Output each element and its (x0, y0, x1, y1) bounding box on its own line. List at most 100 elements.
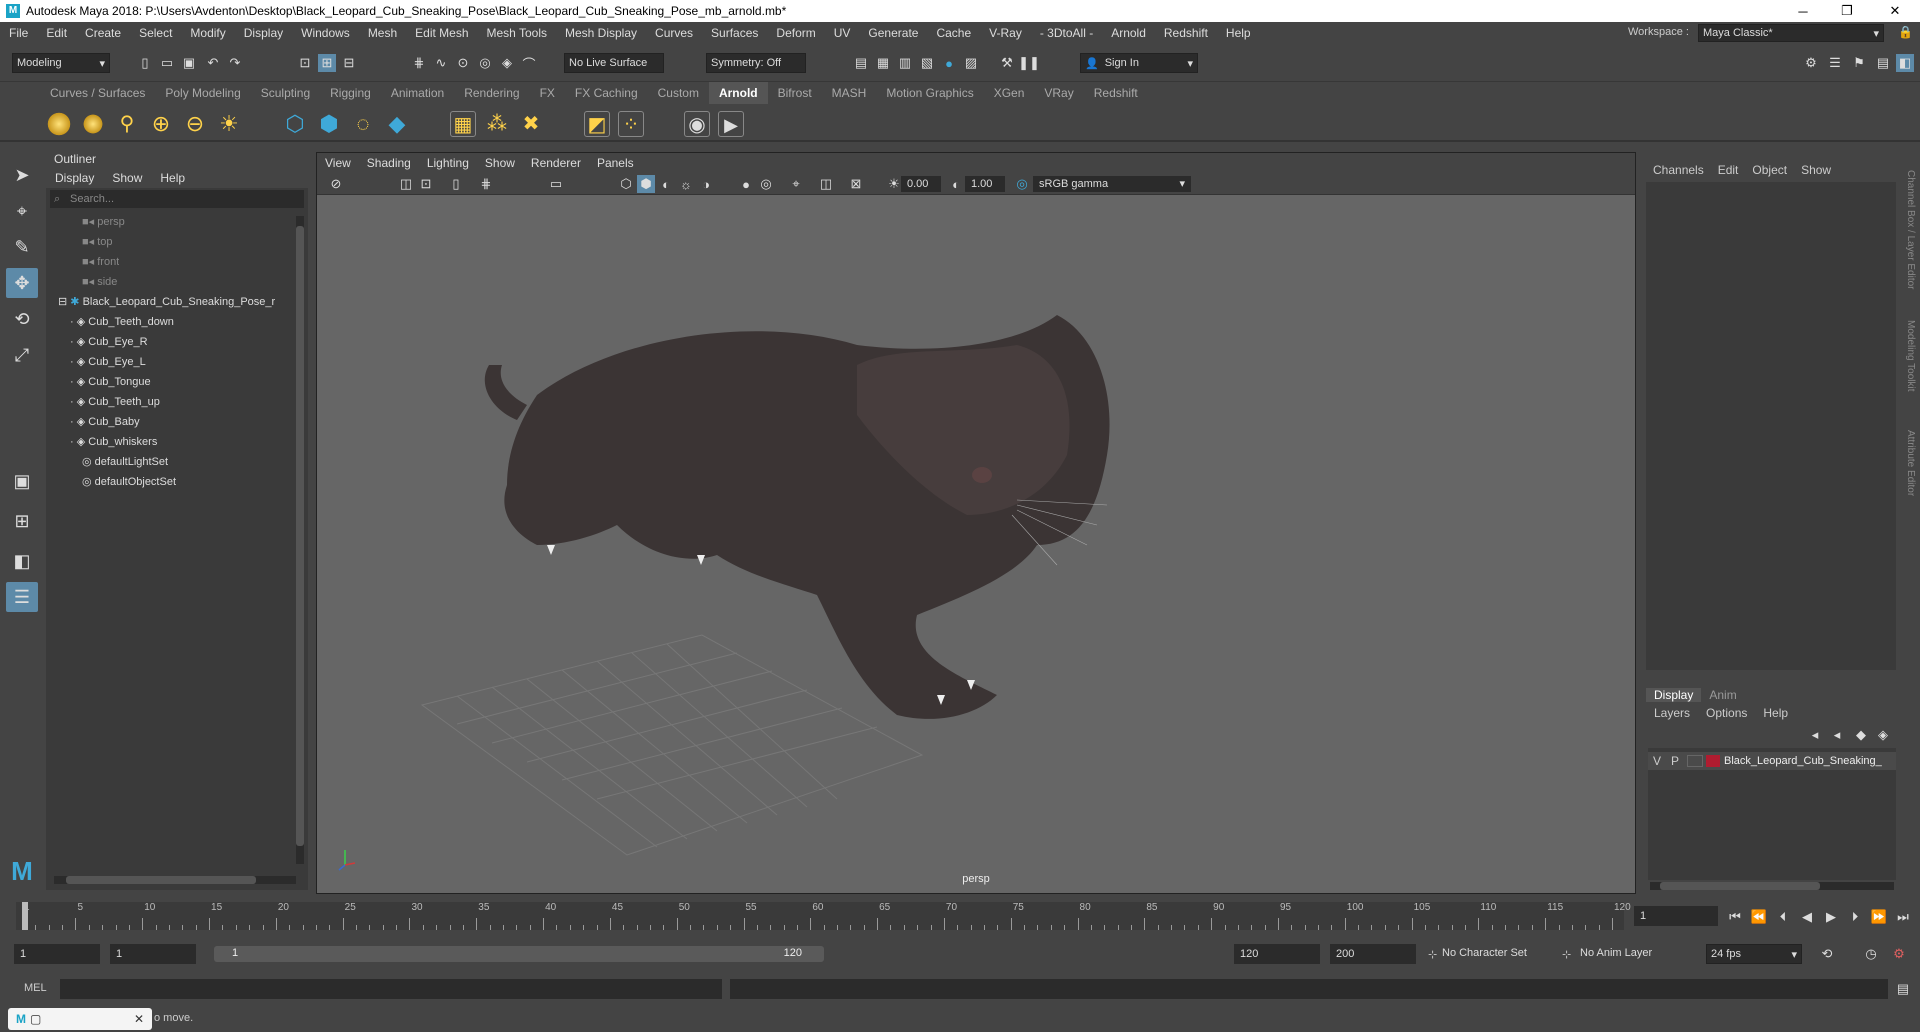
snap-point-icon[interactable]: ⊙ (454, 54, 472, 72)
render-history-icon[interactable]: ▤ (852, 54, 870, 72)
image-plane-icon[interactable]: ▯ (447, 175, 465, 193)
texture-manager-icon[interactable]: ⁂ (484, 111, 510, 137)
snap-surface-icon[interactable]: ◈ (498, 54, 516, 72)
channelbox-menu-edit[interactable]: Edit (1711, 163, 1746, 177)
lasso-tool-icon[interactable]: ⌖ (6, 196, 38, 226)
textured-icon[interactable]: ◐ (657, 175, 675, 193)
anim-layer-dropdown[interactable]: No Anim Layer (1580, 947, 1690, 959)
close-icon[interactable]: ✕ (134, 1012, 144, 1026)
auto-key-icon[interactable]: ◷ (1862, 945, 1880, 963)
menu-file[interactable]: File (0, 26, 37, 40)
list-item[interactable]: · ◈ Cub_Teeth_up (70, 392, 160, 412)
list-item[interactable]: · ◈ Cub_Tongue (70, 372, 151, 392)
select-hierarchy-icon[interactable]: ⊡ (296, 54, 314, 72)
current-time-marker[interactable] (22, 902, 28, 930)
channel-box-icon[interactable]: ▤ (1874, 54, 1892, 72)
tab-display[interactable]: Display (1646, 688, 1702, 702)
camera-select-icon[interactable]: ⊘ (327, 175, 345, 193)
loop-icon[interactable]: ⟲ (1818, 945, 1836, 963)
exposure-field[interactable]: 0.00 (901, 176, 941, 192)
menu-vray[interactable]: V-Ray (980, 26, 1031, 40)
xray-joints-icon[interactable]: ⊠ (847, 175, 865, 193)
isolate-select-icon[interactable]: ⌖ (787, 175, 805, 193)
viewport-menu-renderer[interactable]: Renderer (523, 156, 589, 170)
tab-xgen[interactable]: XGen (984, 82, 1035, 104)
outliner-search-input[interactable]: ⌕ Search... (50, 190, 304, 208)
menu-create[interactable]: Create (76, 26, 130, 40)
step-forward-frame-icon[interactable]: ⏵ (1846, 908, 1864, 926)
layer-visibility-toggle[interactable]: V (1648, 754, 1666, 768)
animation-prefs-icon[interactable]: ⚙ (1890, 945, 1908, 963)
menu-mesh-display[interactable]: Mesh Display (556, 26, 646, 40)
command-language-label[interactable]: MEL (24, 982, 47, 994)
layer-scrollbar-h[interactable] (1650, 882, 1894, 890)
new-layer-selected-icon[interactable]: ◈ (1874, 726, 1892, 744)
menu-windows[interactable]: Windows (292, 26, 359, 40)
list-item[interactable]: ◎ defaultObjectSet (82, 472, 176, 492)
list-item[interactable]: · ◈ Cub_whiskers (70, 432, 157, 452)
menu-edit[interactable]: Edit (37, 26, 76, 40)
lock-icon[interactable]: 🔒 (1898, 25, 1913, 39)
select-object-icon[interactable]: ⊞ (318, 54, 336, 72)
list-item[interactable]: ◎ defaultLightSet (82, 452, 168, 472)
scale-tool-icon[interactable]: ⤢ (6, 340, 38, 370)
paint-select-tool-icon[interactable]: ✎ (6, 232, 38, 262)
move-layer-down-icon[interactable]: ◂ (1828, 726, 1846, 744)
menu-arnold[interactable]: Arnold (1102, 26, 1155, 40)
menu-curves[interactable]: Curves (646, 26, 702, 40)
list-item[interactable]: ⊟ ✱ Black_Leopard_Cub_Sneaking_Pose_r (58, 292, 296, 312)
menu-mesh-tools[interactable]: Mesh Tools (478, 26, 556, 40)
tab-modeling-toolkit[interactable]: Modeling Toolkit (1905, 320, 1916, 392)
open-scene-icon[interactable]: ▭ (158, 54, 176, 72)
channelbox-menu-show[interactable]: Show (1794, 163, 1838, 177)
layer-playback-toggle[interactable]: P (1666, 754, 1684, 768)
live-surface-dropdown[interactable]: No Live Surface (564, 53, 664, 73)
outliner-layout-icon[interactable]: ☰ (6, 582, 38, 612)
viewport-menu-panels[interactable]: Panels (589, 156, 642, 170)
go-to-end-icon[interactable]: ⏭ (1894, 908, 1912, 926)
standin-icon[interactable]: ⬡ (282, 111, 308, 137)
layers-menu-layers[interactable]: Layers (1646, 706, 1698, 720)
camera-attributes-icon[interactable]: ◫ (397, 175, 415, 193)
layer-editor-icon[interactable]: ◧ (1896, 54, 1914, 72)
menu-redshift[interactable]: Redshift (1155, 26, 1217, 40)
color-management-icon[interactable]: ◎ (1013, 175, 1031, 193)
outliner-menu-help[interactable]: Help (151, 171, 194, 185)
menu-generate[interactable]: Generate (859, 26, 927, 40)
outliner-scrollbar-v[interactable] (296, 216, 304, 864)
command-input[interactable] (60, 979, 722, 999)
anim-layer-icon[interactable]: ⊹ (1562, 948, 1571, 961)
time-slider[interactable]: 1510152025303540455055606570758085909510… (0, 898, 1920, 932)
play-forwards-icon[interactable]: ▶ (1822, 908, 1840, 926)
animation-end-field[interactable]: 200 (1330, 944, 1416, 964)
volume-icon[interactable]: ◌ (350, 111, 376, 137)
redo-icon[interactable]: ↷ (226, 54, 244, 72)
menu-deform[interactable]: Deform (767, 26, 824, 40)
snap-curve-icon[interactable]: ∿ (432, 54, 450, 72)
select-tool-icon[interactable]: ➤ (6, 160, 38, 190)
play-backwards-icon[interactable]: ◀ (1798, 908, 1816, 926)
photometric-light-icon[interactable]: ⚲ (114, 111, 140, 137)
new-scene-icon[interactable]: ▯ (136, 54, 154, 72)
playback-start-field[interactable]: 1 (110, 944, 196, 964)
table-row[interactable]: V P Black_Leopard_Cub_Sneaking_ (1648, 752, 1896, 770)
fps-dropdown[interactable]: 24 fps ▾ (1706, 944, 1802, 964)
render-play-icon[interactable]: ▶ (718, 111, 744, 137)
viewport-menu-show[interactable]: Show (477, 156, 523, 170)
hypershade-icon[interactable]: ● (940, 54, 958, 72)
viewport-menu-lighting[interactable]: Lighting (419, 156, 477, 170)
tab-custom[interactable]: Custom (648, 82, 709, 104)
symmetry-dropdown[interactable]: Symmetry: Off (706, 53, 806, 73)
taskbar-preview[interactable]: M ▢ ✕ (8, 1008, 152, 1030)
modeling-toolkit-icon[interactable]: ⚙ (1802, 54, 1820, 72)
physical-sky-icon[interactable]: ☀ (216, 111, 242, 137)
tab-fx-caching[interactable]: FX Caching (565, 82, 648, 104)
time-ruler[interactable]: 1510152025303540455055606570758085909510… (16, 902, 1631, 930)
outliner-scrollbar-h[interactable] (54, 876, 296, 884)
undo-icon[interactable]: ↶ (204, 54, 222, 72)
tab-rendering[interactable]: Rendering (454, 82, 529, 104)
tab-animation[interactable]: Animation (381, 82, 454, 104)
smooth-shade-icon[interactable]: ⬢ (637, 175, 655, 193)
wireframe-icon[interactable]: ⬡ (617, 175, 635, 193)
maximize-button[interactable]: ❐ (1826, 0, 1868, 22)
